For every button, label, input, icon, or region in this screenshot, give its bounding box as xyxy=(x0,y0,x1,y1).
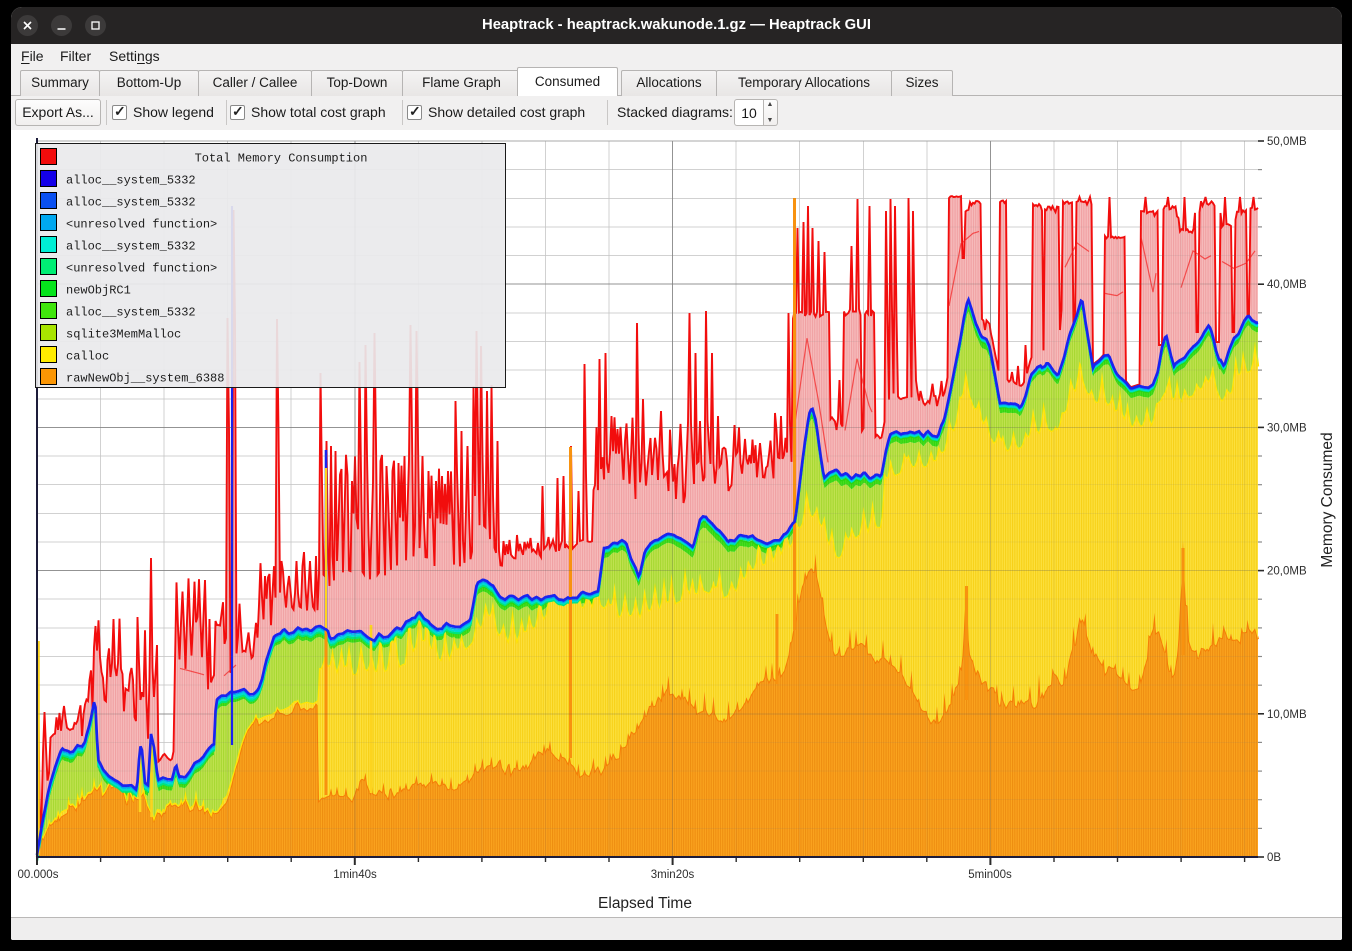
svg-text:3min20s: 3min20s xyxy=(651,869,695,881)
svg-text:alloc__system_5332: alloc__system_5332 xyxy=(66,240,196,254)
svg-text:Memory Consumed: Memory Consumed xyxy=(1319,432,1336,567)
svg-text:10,0MB: 10,0MB xyxy=(1267,709,1307,721)
svg-text:Elapsed Time: Elapsed Time xyxy=(598,895,692,912)
svg-text:<unresolved function>: <unresolved function> xyxy=(66,262,217,276)
svg-text:sqlite3MemMalloc: sqlite3MemMalloc xyxy=(66,328,181,342)
svg-text:40,0MB: 40,0MB xyxy=(1267,279,1307,291)
svg-text:5min00s: 5min00s xyxy=(968,869,1012,881)
svg-text:alloc__system_5332: alloc__system_5332 xyxy=(66,306,196,320)
svg-text:50,0MB: 50,0MB xyxy=(1267,136,1307,148)
svg-text:00.000s: 00.000s xyxy=(18,869,59,881)
svg-text:30,0MB: 30,0MB xyxy=(1267,422,1307,434)
svg-text:<unresolved function>: <unresolved function> xyxy=(66,218,217,232)
svg-text:rawNewObj__system_6388: rawNewObj__system_6388 xyxy=(66,372,224,386)
svg-text:20,0MB: 20,0MB xyxy=(1267,566,1307,578)
svg-text:alloc__system_5332: alloc__system_5332 xyxy=(66,174,196,188)
svg-text:Total Memory Consumption: Total Memory Consumption xyxy=(195,152,368,166)
svg-text:0B: 0B xyxy=(1267,852,1281,864)
svg-text:calloc: calloc xyxy=(66,350,109,364)
svg-text:alloc__system_5332: alloc__system_5332 xyxy=(66,196,196,210)
svg-text:newObjRC1: newObjRC1 xyxy=(66,284,131,298)
svg-text:1min40s: 1min40s xyxy=(333,869,377,881)
